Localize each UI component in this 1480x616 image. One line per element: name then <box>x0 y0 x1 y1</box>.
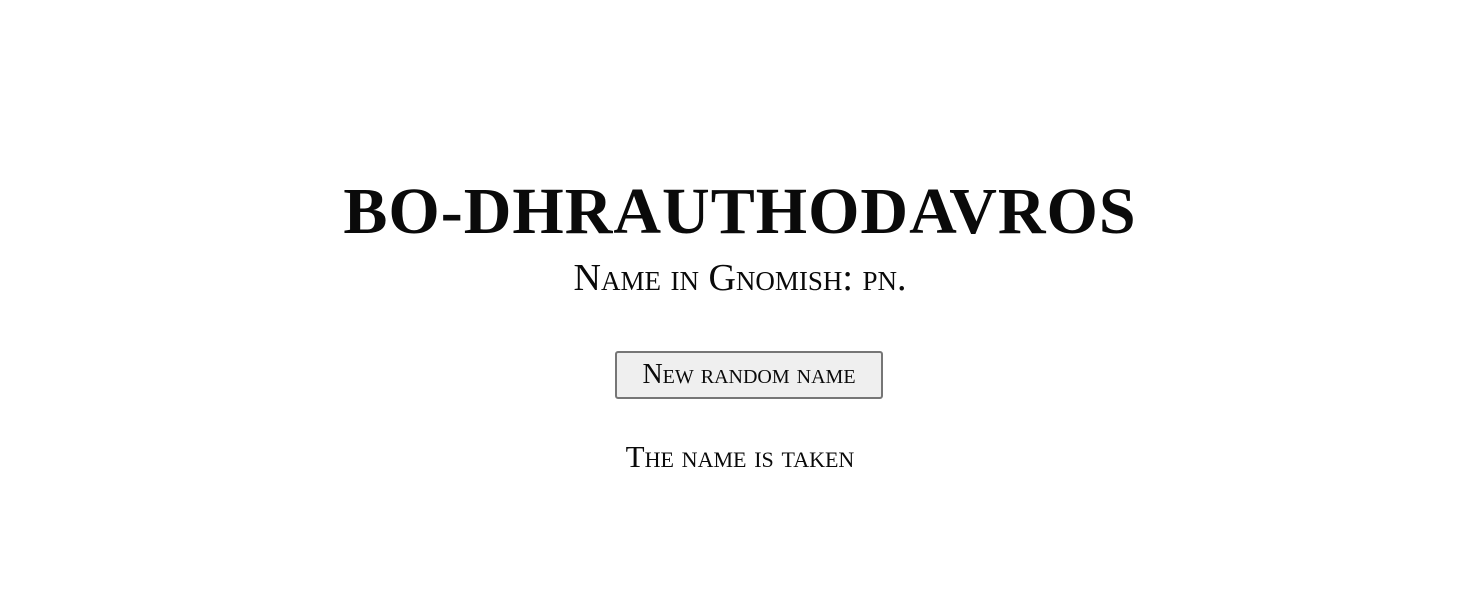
new-random-name-button[interactable]: New random name <box>615 351 883 399</box>
name-generator-page: BO-DHRAUTHODAVROS Name in Gnomish: pn. N… <box>0 0 1480 616</box>
name-availability-status: The name is taken <box>625 439 855 474</box>
name-translation-subtitle: Name in Gnomish: pn. <box>573 257 907 299</box>
generated-name: BO-DHRAUTHODAVROS <box>343 175 1137 248</box>
